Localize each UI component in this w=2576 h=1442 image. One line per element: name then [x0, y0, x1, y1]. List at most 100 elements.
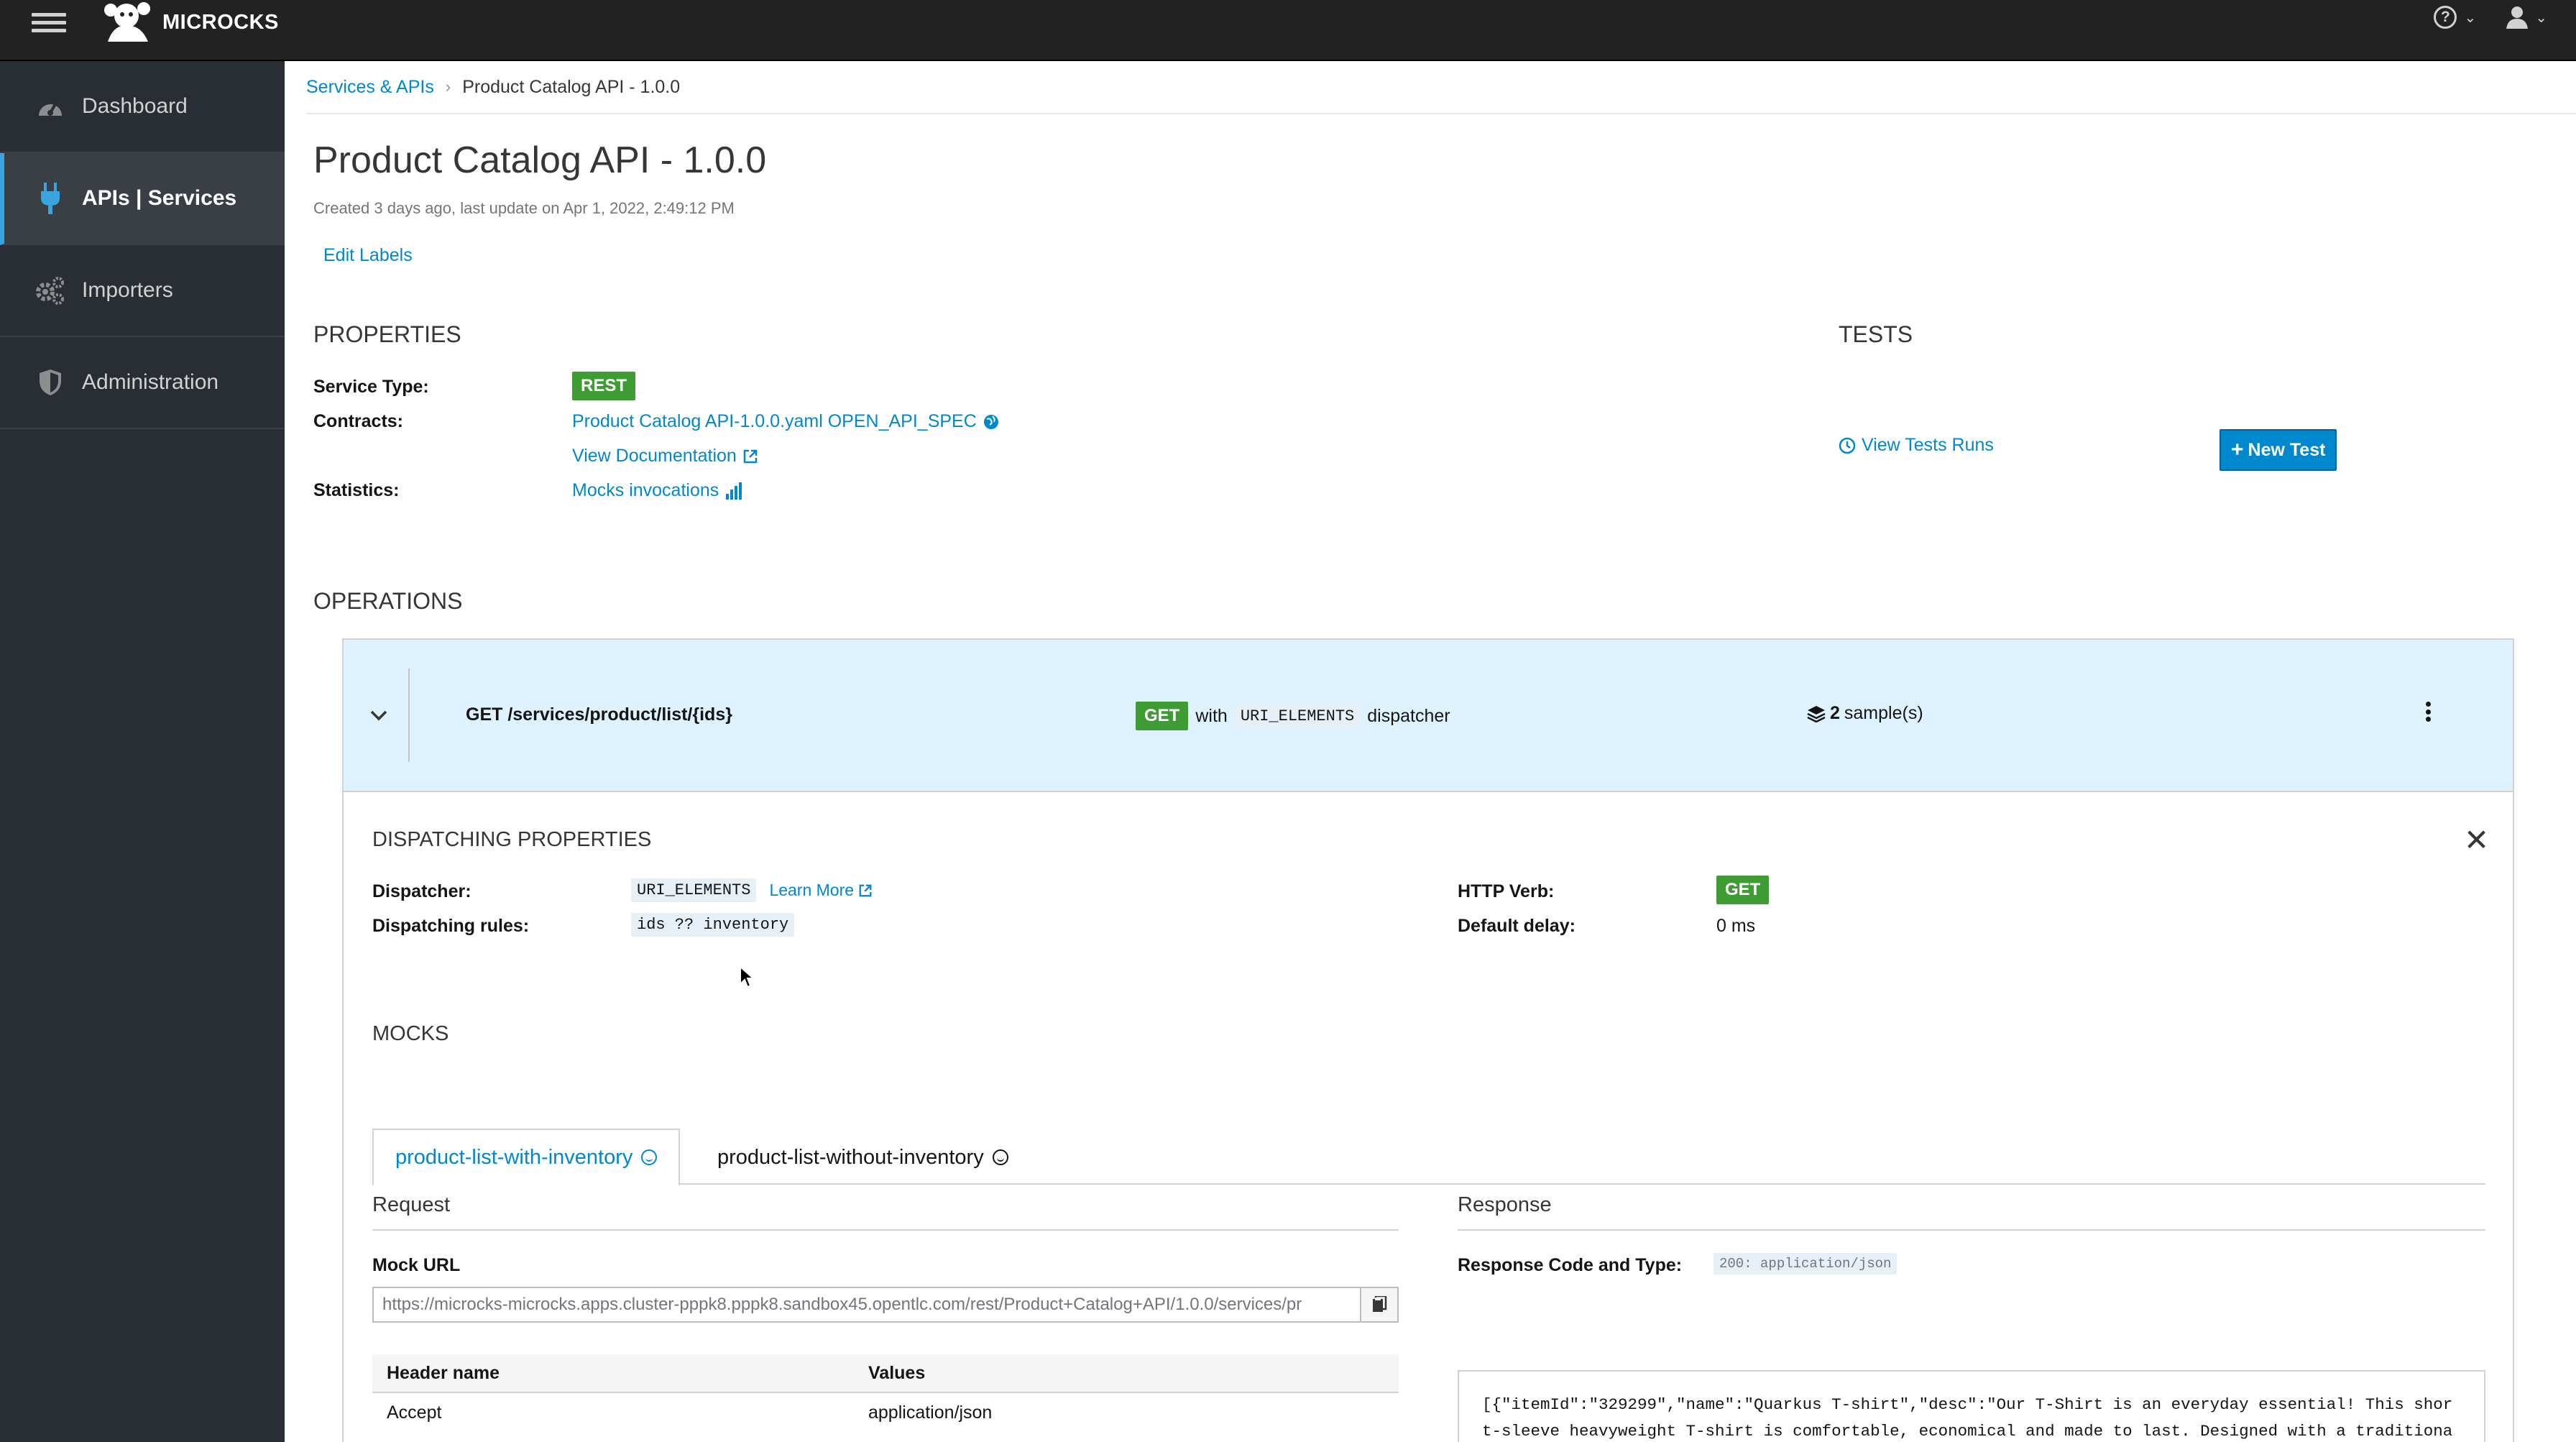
tab-product-list-without-inventory[interactable]: product-list-without-inventory: [694, 1129, 1031, 1186]
cogs-icon: [34, 275, 66, 306]
response-body[interactable]: [{"itemId":"329299","name":"Quarkus T-sh…: [1458, 1370, 2485, 1442]
globe-icon: [983, 414, 998, 429]
http-verb-value: GET: [1716, 876, 1770, 904]
table-header-row: Header name Values: [372, 1354, 1399, 1393]
new-test-label: New Test: [2248, 439, 2326, 460]
help-icon: ?: [2434, 6, 2457, 29]
dispatching-rules-label: Dispatching rules:: [372, 916, 530, 936]
default-delay-label: Default delay:: [1458, 916, 1576, 936]
brand-logo[interactable]: MICROCKS: [98, 0, 279, 45]
dispatching-rules-chip: ids ?? inventory: [631, 913, 795, 937]
sidebar-item-administration[interactable]: Administration: [0, 337, 285, 429]
sidebar: Dashboard APIs | Services Importers Admi…: [0, 61, 285, 1442]
kebab-menu-icon[interactable]: [2421, 697, 2435, 726]
user-menu[interactable]: ⌄: [2506, 6, 2547, 29]
response-code-chip: 200: application/json: [1714, 1253, 1898, 1275]
external-link-icon: [859, 884, 872, 896]
dispatcher-chip: URI_ELEMENTS: [631, 878, 757, 902]
contract-link[interactable]: Product Catalog API-1.0.0.yaml OPEN_API_…: [572, 411, 1000, 432]
tab-product-list-with-inventory[interactable]: product-list-with-inventory: [372, 1129, 681, 1186]
samples-count: 2: [1830, 703, 1840, 723]
microcks-logo-icon: [104, 2, 150, 42]
sidebar-item-label: APIs | Services: [82, 186, 237, 210]
dispatching-heading: DISPATCHING PROPERTIES: [372, 828, 652, 851]
operation-dispatcher-info: GET with URI_ELEMENTS dispatcher: [1136, 702, 1450, 730]
mouse-cursor-icon: [740, 965, 753, 988]
bar-chart-icon: [726, 482, 742, 500]
sidebar-item-apis-services[interactable]: APIs | Services: [0, 153, 285, 245]
mocks-invocations-link[interactable]: Mocks invocations: [572, 480, 742, 501]
breadcrumb-services-link[interactable]: Services & APIs: [306, 77, 434, 98]
operation-header[interactable]: GET /services/product/list/{ids} GET wit…: [344, 640, 2513, 792]
close-icon[interactable]: ✕: [2464, 825, 2489, 855]
properties-heading: PROPERTIES: [313, 321, 461, 347]
tests-heading: TESTS: [1839, 321, 1913, 347]
mocks-heading: MOCKS: [372, 1022, 449, 1045]
chevron-right-icon: ›: [445, 78, 451, 96]
chevron-down-icon[interactable]: [368, 704, 390, 726]
smile-icon: [992, 1149, 1008, 1165]
page-title: Product Catalog API - 1.0.0: [313, 139, 767, 181]
operation-divider: [408, 669, 410, 762]
response-divider: [1458, 1229, 2485, 1231]
shield-icon: [34, 367, 66, 398]
clock-icon: [1839, 437, 1856, 454]
brand-name: MICROCKS: [162, 10, 279, 34]
statistics-label: Statistics:: [313, 480, 400, 500]
breadcrumb-current: Product Catalog API - 1.0.0: [462, 76, 681, 97]
dispatcher-label: Dispatcher:: [372, 881, 472, 901]
http-verb-badge: GET: [1716, 876, 1770, 904]
chevron-down-icon: ⌄: [2464, 9, 2477, 26]
service-type-label: Service Type:: [313, 377, 429, 397]
hamburger-menu-icon[interactable]: [32, 9, 66, 37]
smile-icon: [641, 1149, 658, 1165]
operation-dispatcher-chip: URI_ELEMENTS: [1234, 704, 1361, 728]
mocks-tabs: product-list-with-inventory product-list…: [372, 1129, 2485, 1186]
mock-url-label: Mock URL: [372, 1255, 461, 1275]
request-divider: [372, 1229, 1399, 1231]
header-name-column: Header name: [387, 1362, 500, 1383]
view-documentation-link[interactable]: View Documentation: [572, 446, 758, 467]
operations-heading: OPERATIONS: [313, 588, 463, 614]
layers-icon: [1807, 705, 1826, 722]
operation-path: GET /services/product/list/{ids}: [466, 704, 732, 725]
view-tests-runs-link[interactable]: View Tests Runs: [1839, 435, 1994, 456]
sidebar-item-dashboard[interactable]: Dashboard: [0, 61, 285, 153]
dispatcher-value: URI_ELEMENTS Learn More: [631, 878, 873, 902]
samples-text: sample(s): [1844, 703, 1923, 723]
page-subtitle: Created 3 days ago, last update on Apr 1…: [313, 199, 735, 217]
service-type-badge: REST: [572, 372, 636, 400]
plug-icon: [34, 183, 66, 214]
tab-label: product-list-with-inventory: [395, 1145, 633, 1169]
values-column: Values: [868, 1362, 926, 1383]
response-heading: Response: [1458, 1193, 1552, 1216]
external-link-icon: [743, 449, 758, 463]
header-name-cell: Accept: [387, 1402, 442, 1423]
mocks-invocations-text: Mocks invocations: [572, 480, 719, 500]
sidebar-item-label: Administration: [82, 370, 219, 394]
learn-more-link[interactable]: Learn More: [769, 881, 873, 900]
response-code-value: 200: application/json: [1714, 1253, 1898, 1275]
response-code-label: Response Code and Type:: [1458, 1255, 1683, 1275]
learn-more-text: Learn More: [769, 881, 855, 899]
user-icon: [2506, 6, 2529, 29]
operation-panel: GET /services/product/list/{ids} GET wit…: [342, 638, 2514, 1442]
dispatcher-word: dispatcher: [1367, 705, 1450, 726]
contract-link-text: Product Catalog API-1.0.0.yaml OPEN_API_…: [572, 411, 977, 431]
new-test-button[interactable]: + New Test: [2220, 429, 2337, 471]
breadcrumb: Services & APIs › Product Catalog API - …: [306, 61, 2576, 114]
sidebar-item-importers[interactable]: Importers: [0, 245, 285, 337]
chevron-down-icon: ⌄: [2535, 9, 2547, 26]
operation-verb-badge: GET: [1136, 702, 1189, 730]
top-navbar: MICROCKS ? ⌄ ⌄: [0, 0, 2576, 61]
dispatching-rules-value: ids ?? inventory: [631, 913, 795, 937]
edit-labels-link[interactable]: Edit Labels: [323, 245, 413, 266]
view-tests-runs-text: View Tests Runs: [1862, 435, 1994, 455]
tab-label: product-list-without-inventory: [717, 1145, 984, 1169]
help-menu[interactable]: ? ⌄: [2434, 6, 2476, 29]
default-delay-value: 0 ms: [1716, 916, 1756, 936]
mock-url-field[interactable]: https://microcks-microcks.apps.cluster-p…: [372, 1287, 1361, 1323]
sidebar-item-label: Importers: [82, 278, 173, 302]
dashboard-icon: [34, 91, 66, 122]
copy-button[interactable]: [1361, 1287, 1399, 1323]
